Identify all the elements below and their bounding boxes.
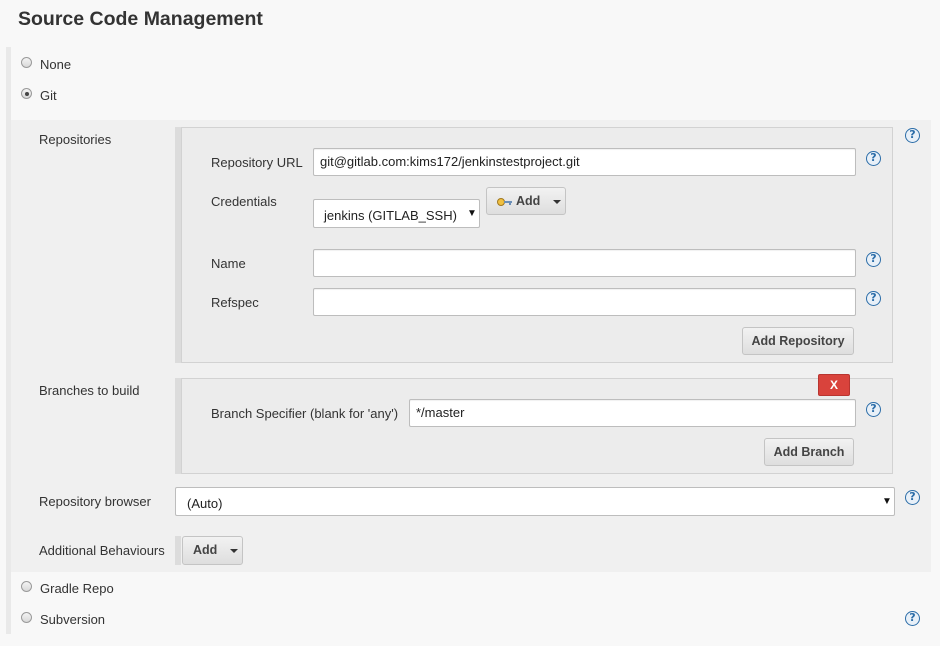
add-behaviour-dropdown-icon — [229, 548, 238, 553]
add-credentials-label: Add — [516, 194, 541, 208]
refspec-help-icon[interactable]: ? — [866, 291, 881, 306]
repositories-help-icon[interactable]: ? — [905, 128, 920, 143]
subversion-help-icon[interactable]: ? — [905, 611, 920, 626]
radio-git[interactable] — [21, 88, 32, 99]
radio-subversion-label[interactable]: Subversion — [40, 612, 105, 627]
refspec-input[interactable] — [313, 288, 856, 316]
branch-specifier-help-icon[interactable]: ? — [866, 402, 881, 417]
additional-behaviours-label: Additional Behaviours — [39, 543, 165, 558]
repository-url-help-icon[interactable]: ? — [866, 151, 881, 166]
repository-url-input[interactable]: git@gitlab.com:kims172/jenkinstestprojec… — [313, 148, 856, 176]
repository-browser-selected-value: (Auto) — [187, 496, 223, 511]
page-title: Source Code Management — [18, 8, 263, 30]
add-behaviour-label: Add — [193, 543, 218, 557]
radio-subversion[interactable] — [21, 612, 32, 623]
key-icon — [497, 197, 512, 206]
radio-gradle-repo[interactable] — [21, 581, 32, 592]
credentials-selected-value: jenkins (GITLAB_SSH) — [324, 208, 457, 223]
credentials-select[interactable]: jenkins (GITLAB_SSH) ▼ — [313, 199, 480, 228]
credentials-dropdown-icon: ▼ — [467, 208, 477, 219]
repository-browser-select[interactable]: (Auto) ▼ — [175, 487, 895, 516]
repositories-label: Repositories — [39, 132, 112, 147]
delete-branch-button[interactable]: X — [818, 374, 850, 396]
add-repository-button[interactable]: Add Repository — [742, 327, 854, 355]
branches-label: Branches to build — [39, 383, 140, 398]
branch-specifier-label: Branch Specifier (blank for 'any') — [211, 406, 399, 421]
add-credentials-button[interactable]: Add — [486, 187, 566, 215]
add-credentials-dropdown-icon — [552, 199, 561, 204]
repository-browser-label: Repository browser — [39, 494, 151, 509]
name-help-icon[interactable]: ? — [866, 252, 881, 267]
behaviours-inset-bar — [175, 536, 181, 565]
repository-url-label: Repository URL — [211, 155, 303, 170]
name-input[interactable] — [313, 249, 856, 277]
credentials-label: Credentials — [211, 194, 277, 209]
add-branch-button[interactable]: Add Branch — [764, 438, 854, 466]
branch-specifier-input[interactable]: */master — [409, 399, 856, 427]
repository-browser-dropdown-icon: ▼ — [882, 496, 892, 507]
radio-gradle-repo-label[interactable]: Gradle Repo — [40, 581, 114, 596]
refspec-label: Refspec — [211, 295, 259, 310]
radio-none[interactable] — [21, 57, 32, 68]
radio-git-label[interactable]: Git — [40, 88, 57, 103]
radio-none-label[interactable]: None — [40, 57, 71, 72]
add-behaviour-button[interactable]: Add — [182, 536, 243, 565]
repository-browser-help-icon[interactable]: ? — [905, 490, 920, 505]
name-label: Name — [211, 256, 246, 271]
